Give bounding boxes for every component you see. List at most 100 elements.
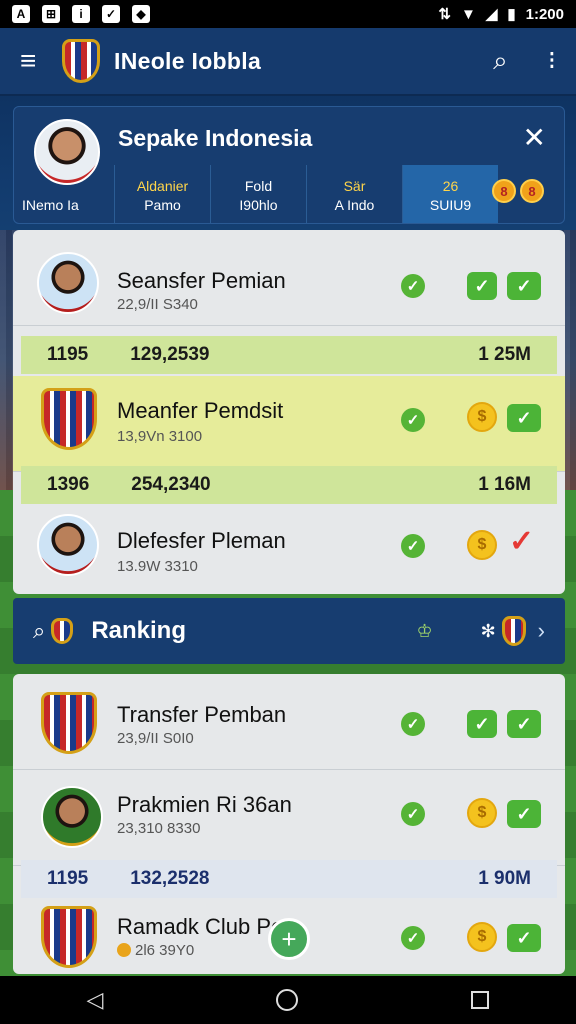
coin-balance: 8 8 bbox=[492, 179, 544, 203]
check-button[interactable]: ✓ bbox=[507, 272, 541, 300]
check-button[interactable]: ✓ bbox=[467, 272, 497, 300]
verified-icon: ✓ bbox=[401, 534, 425, 558]
verified-icon: ✓ bbox=[401, 712, 425, 736]
value-band: 1195 129,2539 1 25M bbox=[21, 336, 557, 374]
stat-bottom: A Indo bbox=[334, 197, 375, 213]
avatar[interactable] bbox=[34, 119, 100, 185]
cloud-icon: ◆ bbox=[132, 5, 150, 23]
transfer-list: Seansfer Pemian 22,9/II S340 ✓ ✓ ✓ 1195 … bbox=[13, 230, 565, 594]
recents-icon[interactable] bbox=[471, 991, 490, 1009]
profile-stats: Aldanier Pamo Fold I90hlo Sär A Indo 26 … bbox=[114, 165, 498, 223]
player-name: Ramadk Club Pe bbox=[117, 914, 284, 939]
player-detail: 23,310 8330 bbox=[117, 820, 201, 837]
menu-icon[interactable]: ≡ bbox=[20, 45, 52, 77]
rank-value: 1195 bbox=[47, 868, 89, 889]
coin-icon: $ bbox=[467, 402, 497, 432]
battery-icon: ▮ bbox=[507, 6, 516, 23]
ranking-header[interactable]: ⌕ Ranking ♔ ✻ › bbox=[13, 598, 565, 664]
club-logo bbox=[501, 616, 526, 646]
info-icon: i bbox=[72, 5, 90, 23]
profile-name: Sepake Indonesia bbox=[118, 125, 313, 151]
profile-subtitle: INemo Ia bbox=[22, 197, 79, 213]
coin-icon: 8 bbox=[492, 179, 516, 203]
coin-icon: $ bbox=[467, 922, 497, 952]
more-options-icon[interactable]: ⁝ bbox=[548, 45, 556, 77]
coin-icon: 8 bbox=[520, 179, 544, 203]
list-item[interactable]: Seansfer Pemian 22,9/II S340 ✓ ✓ ✓ bbox=[13, 230, 565, 326]
verified-icon: ✓ bbox=[401, 408, 425, 432]
club-logo bbox=[51, 618, 74, 644]
coin-icon: $ bbox=[467, 530, 497, 560]
check-button[interactable]: ✓ bbox=[507, 924, 541, 952]
settings-icon[interactable]: ✻ bbox=[481, 621, 496, 642]
stat-top: 26 bbox=[442, 178, 459, 194]
verified-icon: ✓ bbox=[401, 926, 425, 950]
avatar bbox=[37, 252, 99, 314]
points-value: 129,2539 bbox=[130, 344, 210, 365]
search-icon[interactable]: ⌕ bbox=[493, 45, 508, 77]
chevron-right-icon[interactable]: › bbox=[538, 618, 545, 644]
club-logo bbox=[62, 39, 100, 83]
stat-top: Sär bbox=[343, 178, 366, 194]
search-icon[interactable]: ⌕ bbox=[33, 618, 45, 644]
value-band: 1195 132,2528 1 90M bbox=[21, 860, 557, 898]
money-value: 1 25M bbox=[478, 344, 531, 365]
check-button[interactable]: ✓ bbox=[467, 710, 497, 738]
ranking-title: Ranking bbox=[91, 617, 187, 644]
close-icon[interactable]: ✕ bbox=[523, 121, 546, 154]
trophy-icon: ♔ bbox=[416, 620, 433, 641]
back-icon[interactable]: ◁ bbox=[87, 987, 104, 1013]
check-button[interactable]: ✓ bbox=[507, 710, 541, 738]
system-nav-bar: ◁ bbox=[0, 976, 576, 1024]
player-detail: 13.9W 3310 bbox=[117, 558, 198, 575]
checkmark-icon[interactable]: ✓ bbox=[509, 524, 534, 559]
stat-tab[interactable]: Aldanier Pamo bbox=[114, 165, 210, 223]
verified-icon: ✓ bbox=[401, 274, 425, 298]
app-header: ≡ INeole Iobbla ⌕ ⁝ bbox=[0, 28, 576, 96]
points-value: 254,2340 bbox=[131, 474, 211, 495]
check-button[interactable]: ✓ bbox=[507, 800, 541, 828]
player-name: Transfer Pemban bbox=[117, 702, 287, 727]
player-name: Dlefesfer Pleman bbox=[117, 528, 286, 553]
player-name: Seansfer Pemian bbox=[117, 268, 286, 293]
stat-bottom: Pamo bbox=[144, 197, 181, 213]
clock: 1:200 bbox=[525, 5, 564, 23]
list-item-selected[interactable]: Meanfer Pemdsit 13,9Vn 3100 ✓ $ ✓ bbox=[13, 376, 565, 472]
stat-top: Aldanier bbox=[136, 178, 189, 194]
list-item[interactable]: Dlefesfer Pleman 13.9W 3310 ✓ $ ✓ bbox=[13, 506, 565, 594]
avatar bbox=[37, 514, 99, 576]
points-value: 132,2528 bbox=[130, 868, 210, 889]
notification-icon: ⊞ bbox=[42, 5, 60, 23]
player-name: Prakmien Ri 36an bbox=[117, 792, 292, 817]
player-name: Meanfer Pemdsit bbox=[117, 398, 284, 423]
player-detail: 13,9Vn 3100 bbox=[117, 428, 203, 445]
app-icon: ✓ bbox=[102, 5, 120, 23]
list-item[interactable]: Transfer Pemban 23,9/II S0I0 ✓ ✓ ✓ bbox=[13, 674, 565, 770]
check-button[interactable]: ✓ bbox=[507, 404, 541, 432]
stat-top: Fold bbox=[244, 178, 273, 194]
rank-value: 1396 bbox=[47, 474, 90, 495]
signal-icon: ◢ bbox=[485, 6, 498, 23]
value-band: 1396 254,2340 1 16M bbox=[21, 466, 557, 504]
player-detail: 23,9/II S0I0 bbox=[117, 730, 194, 747]
home-icon[interactable] bbox=[276, 989, 299, 1011]
profile-card: Sepake Indonesia ✕ INemo Ia Aldanier Pam… bbox=[13, 106, 565, 224]
stat-bottom: SUIU9 bbox=[429, 197, 472, 213]
player-detail: 2l6 39Y0 bbox=[117, 942, 194, 959]
coin-icon: $ bbox=[467, 798, 497, 828]
verified-icon: ✓ bbox=[401, 802, 425, 826]
list-item[interactable]: Prakmien Ri 36an 23,310 8330 ✓ $ ✓ bbox=[13, 770, 565, 866]
player-detail-text: 2l6 39Y0 bbox=[135, 942, 195, 959]
avatar bbox=[41, 786, 103, 848]
money-value: 1 16M bbox=[478, 474, 531, 495]
player-detail: 22,9/II S340 bbox=[117, 296, 198, 313]
notification-icon: A bbox=[12, 5, 30, 23]
wifi-icon: ▼ bbox=[460, 5, 476, 23]
add-button[interactable]: + bbox=[268, 918, 310, 960]
stat-tab[interactable]: Fold I90hlo bbox=[210, 165, 306, 223]
money-value: 1 90M bbox=[478, 868, 531, 889]
stat-tab[interactable]: Sär A Indo bbox=[306, 165, 402, 223]
stat-tab-active[interactable]: 26 SUIU9 bbox=[402, 165, 498, 223]
rank-value: 1195 bbox=[47, 344, 89, 365]
club-crest bbox=[41, 692, 97, 754]
